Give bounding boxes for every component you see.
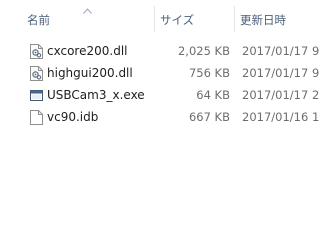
exe-app-icon: [30, 90, 43, 101]
column-header-size[interactable]: サイズ: [160, 12, 194, 28]
column-header-name[interactable]: 名前: [27, 12, 50, 28]
file-row[interactable]: cxcore200.dll 2,025 KB 2017/01/17 9: [0, 40, 320, 62]
dll-file-icon: [30, 44, 43, 59]
file-row[interactable]: highgui200.dll 756 KB 2017/01/17 9: [0, 62, 320, 84]
file-date: 2017/01/17 9: [242, 44, 320, 58]
column-separator[interactable]: [234, 6, 235, 32]
file-row[interactable]: vc90.idb 667 KB 2017/01/16 1: [0, 106, 320, 128]
file-date: 2017/01/16 1: [242, 110, 320, 124]
file-name: USBCam3_x.exe: [47, 88, 145, 102]
file-name: vc90.idb: [47, 110, 99, 124]
file-date: 2017/01/17 2: [242, 88, 320, 102]
file-size: 64 KB: [196, 88, 230, 102]
dll-file-icon: [30, 66, 43, 81]
file-size: 667 KB: [188, 110, 230, 124]
file-size: 756 KB: [188, 66, 230, 80]
column-separator[interactable]: [154, 6, 155, 32]
generic-file-icon: [30, 110, 43, 125]
file-size: 2,025 KB: [177, 44, 230, 58]
file-name: highgui200.dll: [47, 66, 133, 80]
file-date: 2017/01/17 9: [242, 66, 320, 80]
file-row[interactable]: USBCam3_x.exe 64 KB 2017/01/17 2: [0, 84, 320, 106]
column-header-bar: 名前 サイズ 更新日時: [0, 0, 320, 34]
file-name: cxcore200.dll: [47, 44, 128, 58]
sort-ascending-icon[interactable]: [83, 8, 92, 14]
column-header-date[interactable]: 更新日時: [240, 12, 286, 28]
